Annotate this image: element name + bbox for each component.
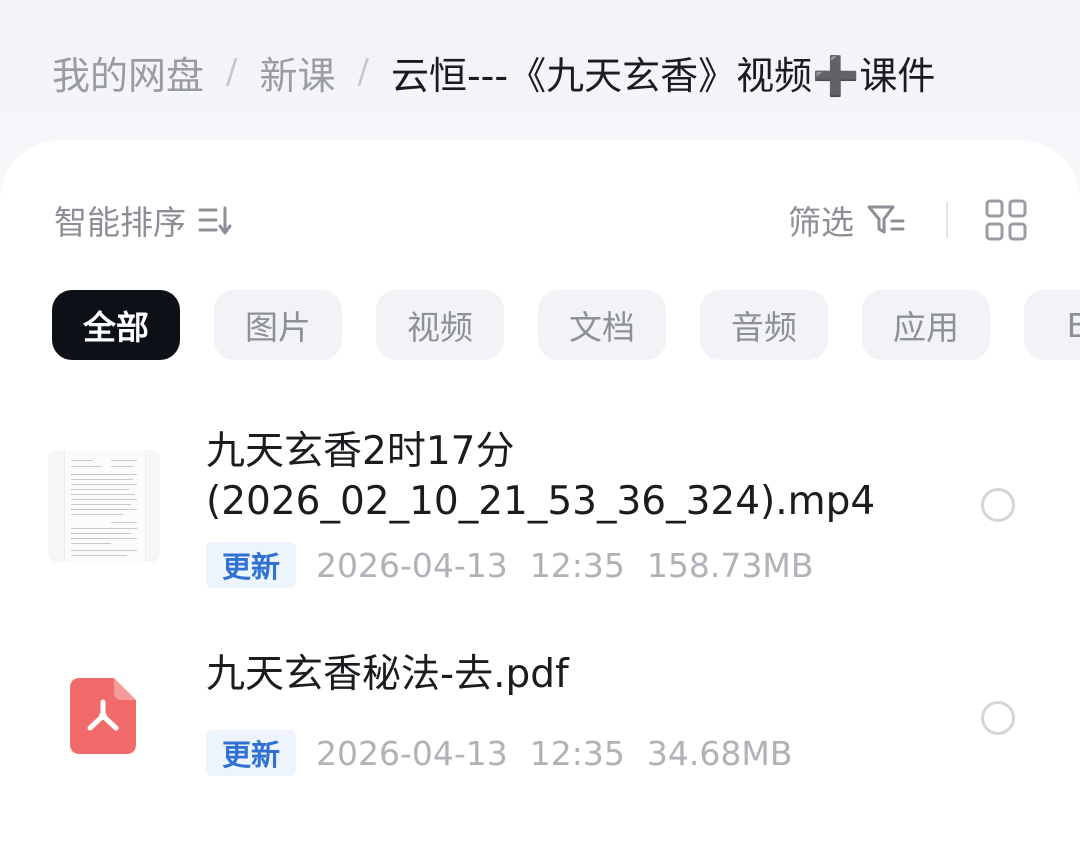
toolbar-divider [946, 202, 948, 238]
file-date: 2026-04-13 [316, 545, 508, 585]
file-time: 12:35 [529, 545, 625, 585]
grid-view-icon[interactable] [984, 198, 1028, 242]
toolbar: 智能排序 筛选 [54, 195, 1028, 245]
file-name: 九天玄香秘法-去.pdf [206, 652, 569, 697]
filter-button[interactable]: 筛选 [788, 196, 906, 244]
document-page-preview [64, 450, 146, 562]
breadcrumb-separator: / [357, 52, 369, 92]
file-meta: 更新 2026-04-13 12:35 34.68MB [206, 730, 793, 776]
file-size: 34.68MB [646, 733, 793, 773]
select-radio[interactable] [981, 488, 1015, 522]
breadcrumb-separator: / [226, 52, 238, 92]
breadcrumb: 我的网盘 / 新课 / 云恒---《九天玄香》视频➕课件 [52, 44, 935, 100]
filter-label: 筛选 [788, 203, 854, 242]
file-meta: 更新 2026-04-13 12:35 158.73MB [206, 542, 814, 588]
tab-images[interactable]: 图片 [214, 290, 342, 360]
category-tabs: 全部 图片 视频 文档 音频 应用 BT [52, 290, 1080, 362]
update-badge: 更新 [206, 542, 297, 588]
update-badge: 更新 [206, 730, 297, 776]
file-row[interactable]: 九天玄香2时17分 (2026_02_10_21_53_36_324).mp4 … [0, 425, 1080, 605]
sort-lines-icon [198, 206, 232, 235]
tab-documents[interactable]: 文档 [538, 290, 666, 360]
file-list-card: 智能排序 筛选 全部 图片 视频 文档 音频 应用 B 九天玄香2时17分 (2… [0, 140, 1080, 855]
toolbar-right: 筛选 [788, 196, 1028, 244]
document-thumbnail [48, 450, 160, 562]
file-browser-page: 我的网盘 / 新课 / 云恒---《九天玄香》视频➕课件 智能排序 筛选 全部 … [0, 0, 1080, 855]
tab-audio[interactable]: 音频 [700, 290, 828, 360]
file-date: 2026-04-13 [316, 733, 508, 773]
file-row[interactable]: 九天玄香秘法-去.pdf 更新 2026-04-13 12:35 34.68MB [0, 652, 1080, 790]
pdf-icon [70, 678, 136, 754]
breadcrumb-root[interactable]: 我的网盘 [52, 45, 204, 100]
file-time: 12:35 [529, 733, 625, 773]
file-size: 158.73MB [646, 545, 814, 585]
breadcrumb-parent[interactable]: 新课 [259, 45, 335, 100]
breadcrumb-current: 云恒---《九天玄香》视频➕课件 [390, 53, 936, 98]
tab-videos[interactable]: 视频 [376, 290, 504, 360]
sort-label: 智能排序 [54, 203, 186, 242]
file-name: 九天玄香2时17分 (2026_02_10_21_53_36_324).mp4 [206, 429, 876, 524]
tab-apps[interactable]: 应用 [862, 290, 990, 360]
tab-bt[interactable]: BT [1024, 290, 1080, 360]
funnel-icon [867, 205, 905, 234]
select-radio[interactable] [981, 701, 1015, 735]
sort-button[interactable]: 智能排序 [54, 196, 234, 244]
tab-all[interactable]: 全部 [52, 290, 180, 360]
